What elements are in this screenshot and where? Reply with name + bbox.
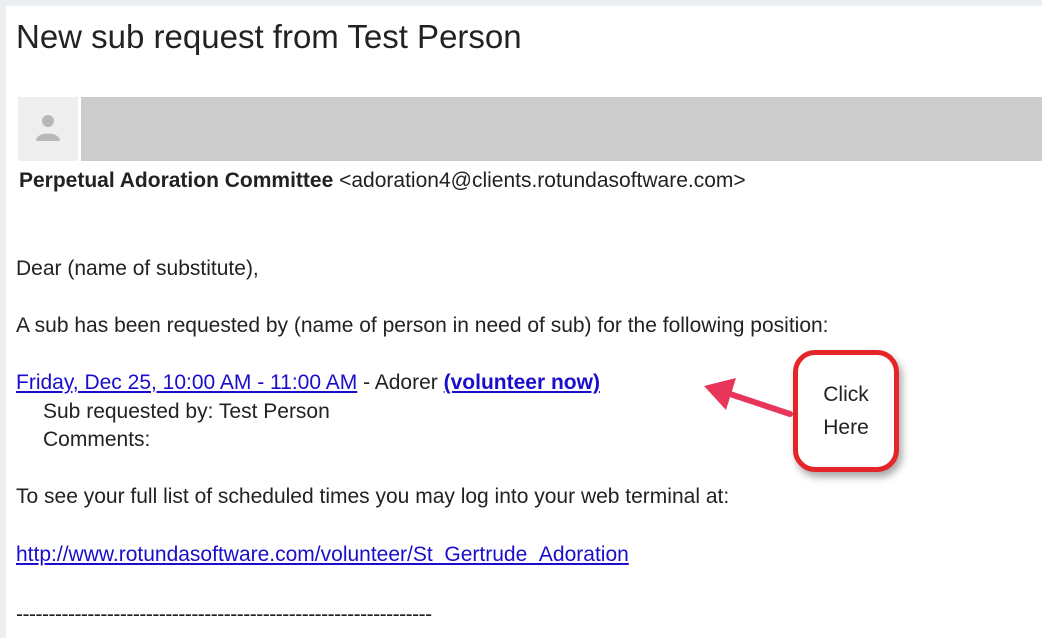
volunteer-now-link[interactable]: (volunteer now) [444,371,600,394]
person-icon [36,115,60,141]
sender-header-bar [81,97,1042,161]
sender-line: Perpetual Adoration Committee <adoration… [19,169,746,193]
callout-line-1: Click [823,383,869,406]
sender-name: Perpetual Adoration Committee [19,169,334,192]
position-line: Friday, Dec 25, 10:00 AM - 11:00 AM - Ad… [16,371,600,395]
greeting: Dear (name of substitute), [16,257,259,280]
comments-label: Comments: [43,428,151,451]
callout-line-2: Here [823,416,869,439]
web-terminal-link[interactable]: http://www.rotundasoftware.com/volunteer… [16,543,629,566]
sub-requested-by: Sub requested by: Test Person [43,400,330,423]
position-role: - Adorer [357,371,444,394]
request-intro: A sub has been requested by (name of per… [16,314,829,337]
login-instructions: To see your full list of scheduled times… [16,485,730,508]
click-here-callout: Click Here [793,350,899,472]
sender-email: <adoration4@clients.rotundasoftware.com> [339,169,746,192]
signature-divider: ----------------------------------------… [16,603,432,626]
email-subject: New sub request from Test Person [16,18,522,55]
terminal-url-line: http://www.rotundasoftware.com/volunteer… [16,543,629,567]
sender-avatar [18,97,78,161]
screenshot-stage: New sub request from Test Person Perpetu… [0,0,1042,638]
position-time-link[interactable]: Friday, Dec 25, 10:00 AM - 11:00 AM [16,371,357,394]
